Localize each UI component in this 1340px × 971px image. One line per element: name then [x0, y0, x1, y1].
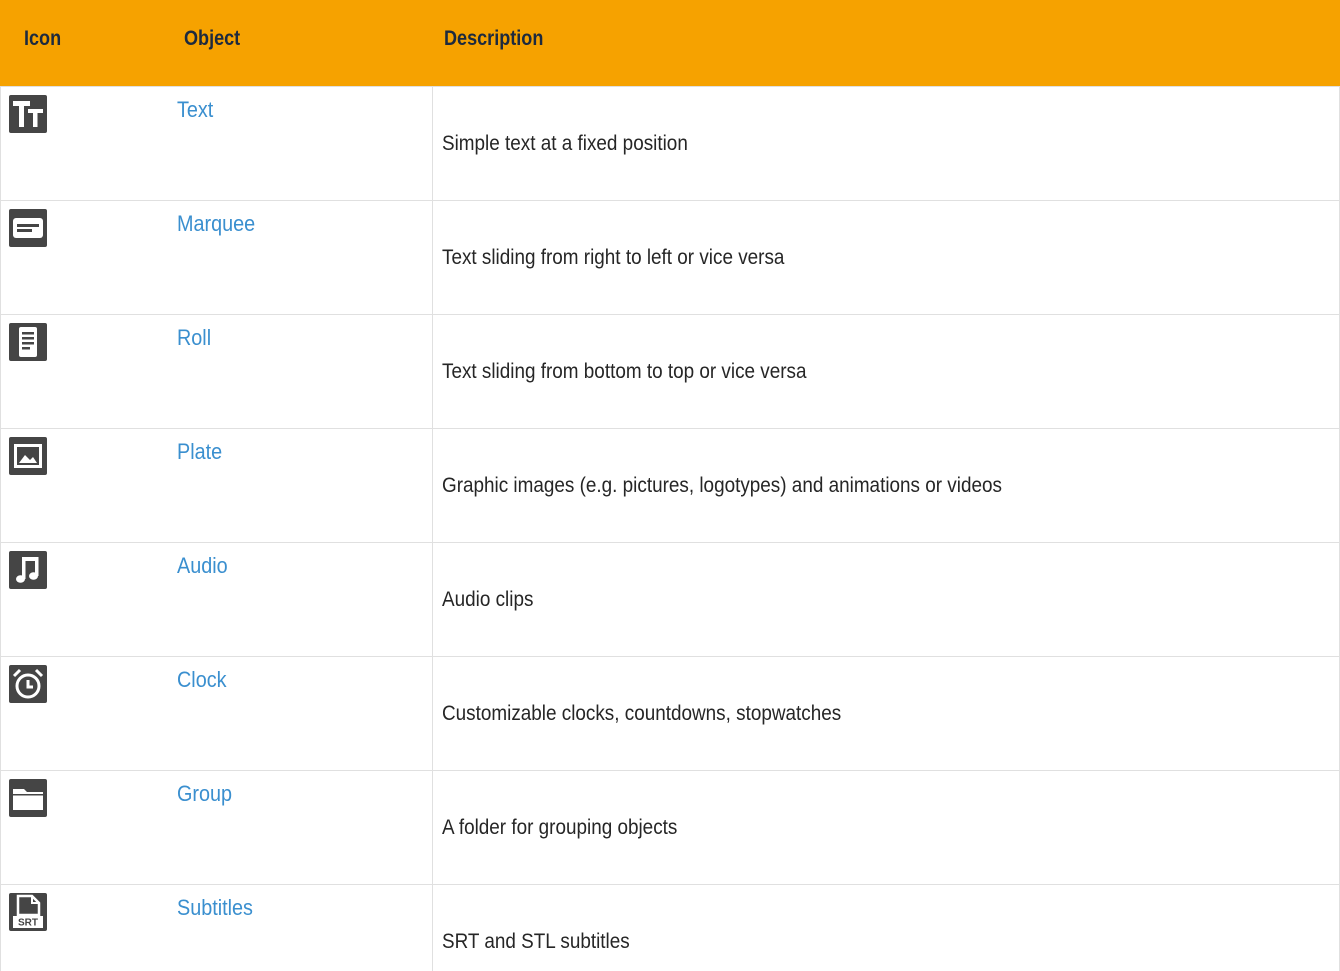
description: Customizable clocks, countdowns, stopwat… [442, 702, 842, 725]
table-row: Text Simple text at a fixed position [0, 86, 1340, 200]
text-tt-icon [9, 95, 47, 133]
marquee-icon [9, 209, 47, 247]
object-link-roll[interactable]: Roll [177, 325, 211, 351]
audio-music-note-icon [9, 551, 47, 589]
header-object: Object [184, 27, 241, 50]
table-row: Audio Audio clips [0, 542, 1340, 656]
description: Graphic images (e.g. pictures, logotypes… [442, 474, 1002, 497]
plate-image-icon [9, 437, 47, 475]
description: Audio clips [442, 588, 534, 611]
table-row: Roll Text sliding from bottom to top or … [0, 314, 1340, 428]
group-folder-icon [9, 779, 47, 817]
description: Simple text at a fixed position [442, 132, 688, 155]
object-link-group[interactable]: Group [177, 781, 232, 807]
table-row: Group A folder for grouping objects [0, 770, 1340, 884]
description: Text sliding from right to left or vice … [442, 246, 785, 269]
clock-alarm-icon [9, 665, 47, 703]
description: A folder for grouping objects [442, 816, 678, 839]
subtitles-srt-file-icon: SRT [9, 893, 47, 931]
object-link-text[interactable]: Text [177, 97, 213, 123]
object-link-clock[interactable]: Clock [177, 667, 227, 693]
table-row: Plate Graphic images (e.g. pictures, log… [0, 428, 1340, 542]
roll-document-icon [9, 323, 47, 361]
object-link-marquee[interactable]: Marquee [177, 211, 255, 237]
description: SRT and STL subtitles [442, 930, 630, 953]
header-description: Description [444, 27, 544, 50]
object-link-audio[interactable]: Audio [177, 553, 228, 579]
description: Text sliding from bottom to top or vice … [442, 360, 807, 383]
header-icon: Icon [24, 27, 62, 50]
object-link-subtitles[interactable]: Subtitles [177, 895, 253, 921]
table-row: SRT Subtitles SRT and STL subtitles [0, 884, 1340, 971]
table-row: Marquee Text sliding from right to left … [0, 200, 1340, 314]
table-row: Clock Customizable clocks, countdowns, s… [0, 656, 1340, 770]
table-header: Icon Object Description [0, 0, 1340, 86]
table-body: Text Simple text at a fixed position Mar… [0, 86, 1340, 971]
column-divider [0, 86, 1, 971]
srt-label: SRT [18, 918, 38, 929]
object-link-plate[interactable]: Plate [177, 439, 222, 465]
column-divider [432, 86, 433, 971]
